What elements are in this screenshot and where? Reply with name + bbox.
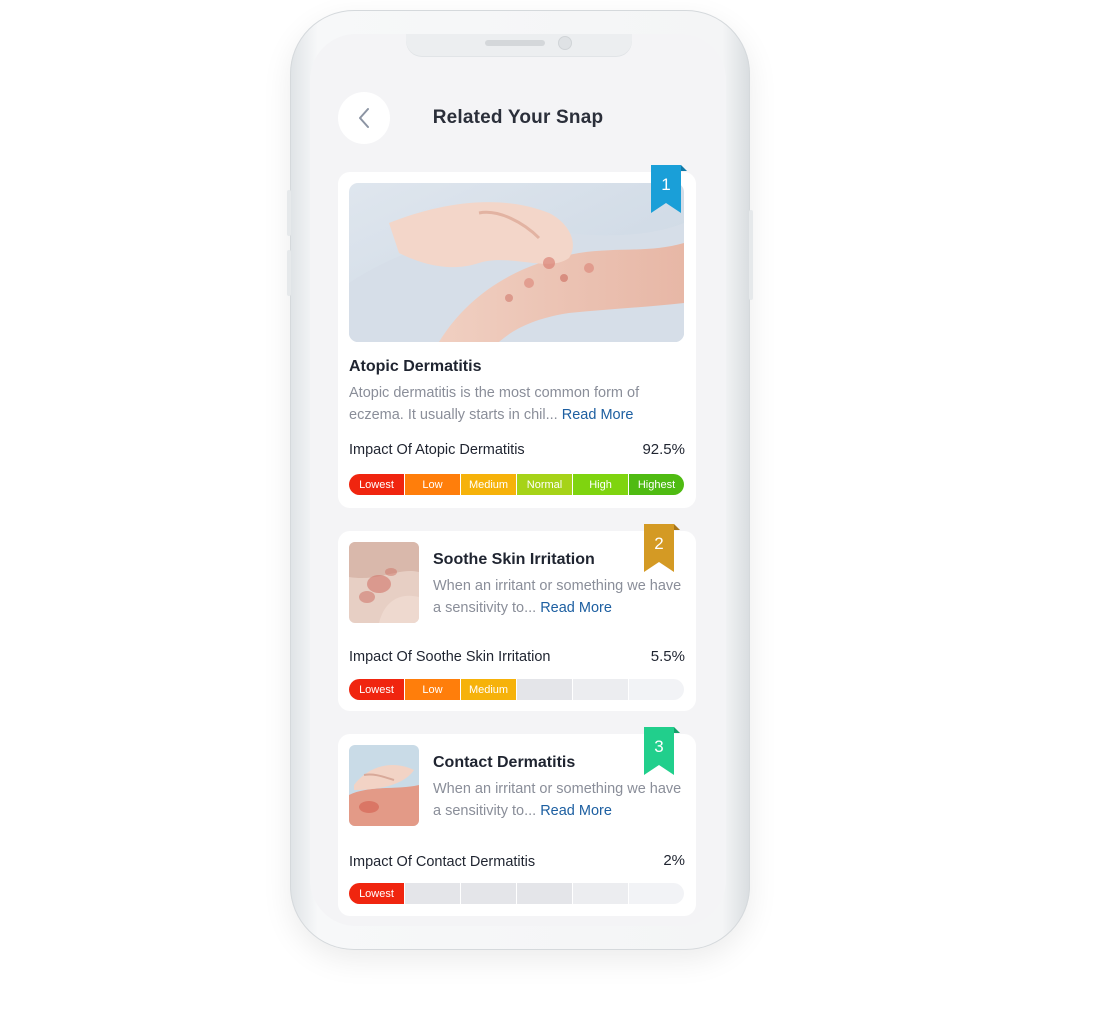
app-screen: Related Your Snap 1 Atopic Dermatitis At… [310, 34, 726, 926]
condition-image [349, 183, 684, 342]
impact-bar: Lowest Low Medium [349, 679, 684, 700]
front-camera [558, 36, 572, 50]
rank-number: 1 [661, 175, 671, 194]
severity-segment-low: Low [405, 679, 460, 700]
severity-segment-lowest: Lowest [349, 883, 404, 904]
condition-description: When an irritant or something we have a … [433, 575, 683, 619]
impact-bar: Lowest Low Medium Normal High Highest [349, 474, 684, 495]
severity-segment-lowest: Lowest [349, 474, 404, 495]
severity-segment-highest [629, 679, 684, 700]
severity-segment-low [405, 883, 460, 904]
severity-segment-low: Low [405, 474, 460, 495]
severity-segment-medium: Medium [461, 474, 516, 495]
rank-number: 2 [654, 534, 664, 553]
severity-segment-highest [629, 883, 684, 904]
phone-frame: Related Your Snap 1 Atopic Dermatitis At… [287, 10, 753, 950]
impact-bar: Lowest [349, 883, 684, 904]
condition-thumbnail [349, 745, 419, 826]
page-title: Related Your Snap [432, 107, 604, 128]
impact-value: 92.5% [642, 441, 685, 458]
rank-ribbon: 3 [644, 727, 680, 775]
condition-title: Soothe Skin Irritation [433, 551, 595, 568]
rank-number: 3 [654, 737, 664, 756]
severity-segment-lowest: Lowest [349, 679, 404, 700]
severity-segment-high [573, 679, 628, 700]
rank-ribbon: 2 [644, 524, 680, 572]
severity-segment-medium [461, 883, 516, 904]
read-more-link[interactable]: Read More [540, 600, 612, 616]
condition-card-2[interactable]: 2 Soothe Skin Irritation When an irritan… [338, 524, 696, 711]
read-more-link[interactable]: Read More [540, 803, 612, 819]
impact-value: 2% [663, 852, 685, 869]
severity-segment-medium: Medium [461, 679, 516, 700]
severity-segment-high [573, 883, 628, 904]
power-button [749, 210, 753, 300]
read-more-link[interactable]: Read More [562, 407, 634, 423]
volume-up-button [287, 190, 291, 236]
condition-card-1[interactable]: 1 Atopic Dermatitis Atopic dermatitis is… [338, 165, 696, 508]
condition-description: When an irritant or something we have a … [433, 778, 683, 822]
condition-thumbnail [349, 542, 419, 623]
severity-segment-normal: Normal [517, 474, 572, 495]
impact-label: Impact Of Contact Dermatitis [349, 854, 536, 870]
impact-value: 5.5% [650, 648, 685, 665]
condition-card-3[interactable]: 3 Contact Dermatitis When an irritant or… [338, 727, 696, 916]
condition-description: Atopic dermatitis is the most common for… [349, 382, 679, 426]
rank-ribbon: 1 [651, 165, 687, 213]
notch [406, 34, 632, 56]
severity-segment-highest: Highest [629, 474, 684, 495]
speaker [485, 40, 545, 46]
volume-down-button [287, 250, 291, 296]
severity-segment-normal [517, 679, 572, 700]
impact-label: Impact Of Soothe Skin Irritation [349, 649, 551, 665]
severity-segment-high: High [573, 474, 628, 495]
condition-title: Contact Dermatitis [433, 754, 576, 771]
severity-segment-normal [517, 883, 572, 904]
condition-title: Atopic Dermatitis [349, 358, 482, 375]
impact-label: Impact Of Atopic Dermatitis [349, 442, 525, 458]
